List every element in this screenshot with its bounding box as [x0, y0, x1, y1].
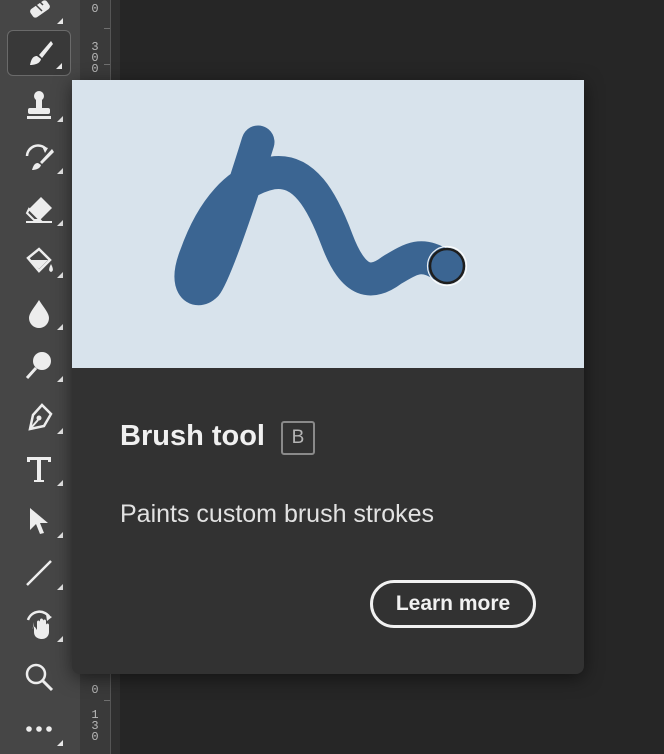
submenu-indicator [56, 63, 62, 69]
tool-pen[interactable] [7, 394, 71, 440]
tool-type[interactable] [7, 446, 71, 492]
path-selection-icon [30, 508, 48, 534]
tool-zoom[interactable] [7, 654, 71, 700]
tool-history-brush[interactable] [7, 134, 71, 180]
type-icon [27, 457, 51, 482]
rotate-view-icon [26, 610, 52, 639]
tool-preview-image [72, 80, 584, 368]
dodge-icon [25, 352, 51, 380]
ruler-label: 0 [91, 683, 99, 697]
brush-stroke-preview [174, 125, 468, 305]
tool-tooltip-card: Brush tool B Paints custom brush strokes… [72, 80, 584, 674]
submenu-indicator [57, 428, 63, 434]
more-tools-icon [26, 726, 52, 732]
tool-paint-bucket[interactable] [7, 238, 71, 284]
submenu-indicator [57, 324, 63, 330]
tool-more[interactable] [7, 706, 71, 752]
ruler-tick [104, 64, 110, 65]
submenu-indicator [57, 584, 63, 590]
tool-description: Paints custom brush strokes [120, 500, 435, 528]
eraser-icon [25, 197, 52, 223]
tool-blur[interactable] [7, 290, 71, 336]
submenu-indicator [57, 272, 63, 278]
tool-clone-stamp[interactable] [7, 82, 71, 128]
learn-more-button[interactable]: Learn more [370, 580, 536, 628]
tool-path-selection[interactable] [7, 498, 71, 544]
zoom-icon [25, 663, 54, 692]
shortcut-badge: B [281, 421, 315, 455]
clone-stamp-icon [27, 91, 51, 119]
ruler-label: 3 0 0 [91, 40, 99, 76]
submenu-indicator [57, 740, 63, 746]
pen-icon [28, 403, 53, 431]
tool-eraser[interactable] [7, 186, 71, 232]
history-brush-icon [25, 144, 54, 170]
tool-rotate-view[interactable] [7, 602, 71, 648]
submenu-indicator [57, 532, 63, 538]
paint-bucket-icon [26, 247, 53, 273]
healing-brush-icon [30, 0, 50, 18]
submenu-indicator [57, 376, 63, 382]
tool-dodge[interactable] [7, 342, 71, 388]
ruler-label: 0 [91, 2, 99, 16]
tool-brush[interactable] [7, 30, 71, 76]
submenu-indicator [57, 18, 63, 24]
submenu-indicator [57, 636, 63, 642]
tool-healing-brush[interactable] [7, 0, 71, 30]
submenu-indicator [57, 116, 63, 122]
brush-stroke [174, 125, 459, 305]
submenu-indicator [57, 168, 63, 174]
tool-line[interactable] [7, 550, 71, 596]
tools-panel [0, 0, 80, 754]
submenu-indicator [57, 220, 63, 226]
brush-icon [30, 41, 53, 65]
tool-title: Brush tool [120, 420, 265, 452]
submenu-indicator [57, 480, 63, 486]
brush-cursor-icon [428, 247, 466, 285]
blur-icon [29, 300, 49, 328]
ruler-label: 1 3 0 [91, 708, 99, 744]
line-icon [26, 560, 52, 586]
ruler-tick [104, 28, 110, 29]
ruler-tick [104, 700, 110, 701]
